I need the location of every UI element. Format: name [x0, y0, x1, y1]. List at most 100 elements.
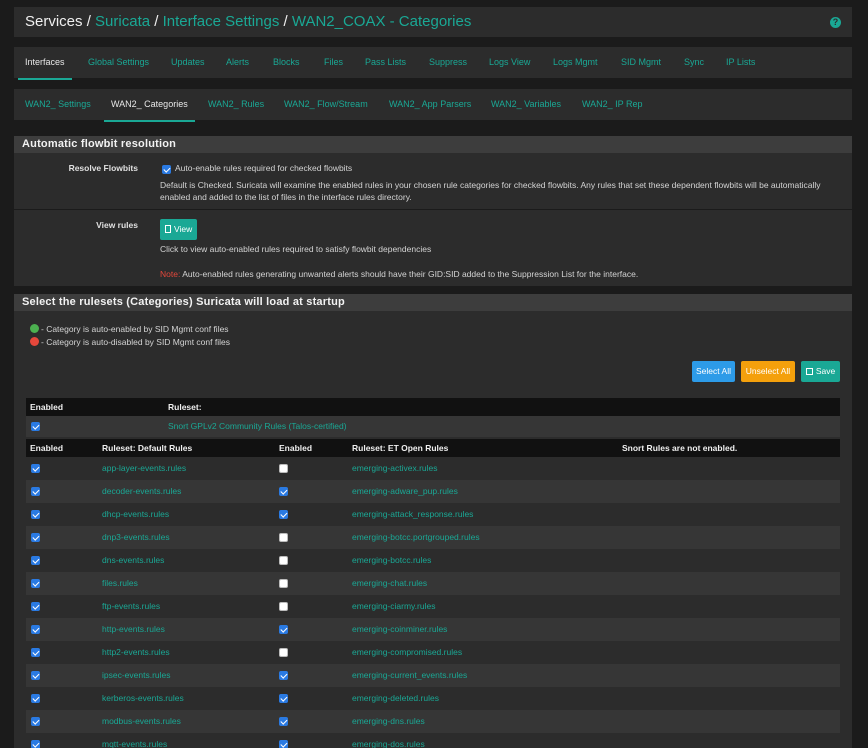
legend-auto-enabled: - Category is auto-enabled by SID Mgmt c…	[30, 324, 229, 334]
community-rules-link[interactable]: Snort GPLv2 Community Rules (Talos-certi…	[168, 416, 347, 437]
default-rule-link[interactable]: dns-events.rules	[102, 549, 164, 572]
tab-global-settings[interactable]: Global Settings	[88, 47, 149, 78]
default-rule-link[interactable]: files.rules	[102, 572, 138, 595]
default-rule-checkbox[interactable]	[31, 464, 40, 473]
et-rule-checkbox[interactable]	[279, 694, 288, 703]
default-rule-link[interactable]: dhcp-events.rules	[102, 503, 169, 526]
et-rule-link[interactable]: emerging-adware_pup.rules	[352, 480, 458, 503]
interface-tabs: WAN2_ Settings WAN2_ Categories WAN2_ Ru…	[14, 89, 852, 122]
unselect-all-button[interactable]: Unselect All	[741, 361, 795, 382]
et-rule-checkbox[interactable]	[279, 533, 288, 542]
resolve-flowbits-label: Resolve Flowbits	[68, 163, 138, 173]
default-rule-checkbox[interactable]	[31, 533, 40, 542]
table-row: dnp3-events.rules emerging-botcc.portgrou…	[26, 526, 840, 549]
et-rule-checkbox[interactable]	[279, 556, 288, 565]
tab-pass-lists[interactable]: Pass Lists	[365, 47, 406, 78]
default-rule-link[interactable]: app-layer-events.rules	[102, 457, 186, 480]
save-icon	[805, 368, 813, 375]
default-rule-checkbox[interactable]	[31, 740, 40, 748]
tab-blocks[interactable]: Blocks	[273, 47, 300, 78]
et-rule-checkbox[interactable]	[279, 579, 288, 588]
table-row: http-events.rules emerging-coinminer.rule…	[26, 618, 840, 641]
default-rule-link[interactable]: ipsec-events.rules	[102, 664, 171, 687]
et-rule-link[interactable]: emerging-activex.rules	[352, 457, 438, 480]
default-rule-link[interactable]: ftp-events.rules	[102, 595, 160, 618]
tab-wan2-variables[interactable]: WAN2_ Variables	[491, 89, 561, 120]
et-rule-checkbox[interactable]	[279, 648, 288, 657]
breadcrumb: Services / Suricata / Interface Settings…	[25, 13, 472, 30]
default-rule-link[interactable]: mqtt-events.rules	[102, 733, 167, 748]
file-icon	[165, 225, 171, 233]
default-rule-link[interactable]: modbus-events.rules	[102, 710, 181, 733]
et-rule-link[interactable]: emerging-deleted.rules	[352, 687, 439, 710]
et-rule-checkbox[interactable]	[279, 740, 288, 748]
tab-interfaces[interactable]: Interfaces	[18, 47, 71, 80]
tab-suppress[interactable]: Suppress	[429, 47, 467, 78]
tab-alerts[interactable]: Alerts	[226, 47, 249, 78]
et-rule-link[interactable]: emerging-attack_response.rules	[352, 503, 473, 526]
help-icon[interactable]: ?	[830, 17, 841, 28]
community-row: Snort GPLv2 Community Rules (Talos-certi…	[26, 416, 840, 437]
et-rule-checkbox[interactable]	[279, 717, 288, 726]
rulesets-panel-title: Select the rulesets (Categories) Suricat…	[14, 294, 852, 311]
breadcrumb-current-page[interactable]: WAN2_COAX - Categories	[292, 13, 472, 30]
et-rule-link[interactable]: emerging-coinminer.rules	[352, 618, 447, 641]
default-rule-checkbox[interactable]	[31, 487, 40, 496]
et-rule-link[interactable]: emerging-ciarmy.rules	[352, 595, 435, 618]
et-rule-checkbox[interactable]	[279, 671, 288, 680]
default-rule-checkbox[interactable]	[31, 510, 40, 519]
et-rule-checkbox[interactable]	[279, 464, 288, 473]
view-rules-button[interactable]: View	[160, 219, 198, 240]
et-rule-link[interactable]: emerging-dns.rules	[352, 710, 425, 733]
default-rule-checkbox[interactable]	[31, 717, 40, 726]
tab-wan2-flow-stream[interactable]: WAN2_ Flow/Stream	[284, 89, 368, 120]
default-rule-link[interactable]: kerberos-events.rules	[102, 687, 184, 710]
et-rule-link[interactable]: emerging-botcc.rules	[352, 549, 431, 572]
community-table-header: Enabled Ruleset:	[26, 398, 840, 416]
tab-wan2-settings[interactable]: WAN2_ Settings	[25, 89, 91, 120]
rules-table-header: Enabled Ruleset: Default Rules Enabled R…	[26, 439, 840, 457]
default-rule-checkbox[interactable]	[31, 625, 40, 634]
default-rule-link[interactable]: dnp3-events.rules	[102, 526, 170, 549]
resolve-flowbits-checkbox[interactable]	[162, 165, 171, 174]
tab-logs-mgmt[interactable]: Logs Mgmt	[553, 47, 598, 78]
et-rule-checkbox[interactable]	[279, 510, 288, 519]
breadcrumb-suricata[interactable]: Suricata	[95, 13, 150, 30]
select-all-button[interactable]: Select All	[692, 361, 735, 382]
save-button[interactable]: Save	[801, 361, 840, 382]
default-rule-checkbox[interactable]	[31, 694, 40, 703]
et-rule-checkbox[interactable]	[279, 602, 288, 611]
community-rules-checkbox[interactable]	[31, 422, 40, 431]
main-tabs: Interfaces Global Settings Updates Alert…	[14, 47, 852, 80]
tab-files[interactable]: Files	[324, 47, 343, 78]
table-row: mqtt-events.rules emerging-dos.rules	[26, 733, 840, 748]
table-row: kerberos-events.rules emerging-deleted.ru…	[26, 687, 840, 710]
et-rule-link[interactable]: emerging-current_events.rules	[352, 664, 467, 687]
default-rule-link[interactable]: http2-events.rules	[102, 641, 170, 664]
tab-logs-view[interactable]: Logs View	[489, 47, 530, 78]
et-rule-checkbox[interactable]	[279, 487, 288, 496]
breadcrumb-interface-settings[interactable]: Interface Settings	[163, 13, 280, 30]
tab-wan2-app-parsers[interactable]: WAN2_ App Parsers	[389, 89, 471, 120]
breadcrumb-services: Services	[25, 13, 83, 30]
default-rule-checkbox[interactable]	[31, 579, 40, 588]
et-rule-checkbox[interactable]	[279, 625, 288, 634]
default-rule-link[interactable]: http-events.rules	[102, 618, 165, 641]
flowbit-panel: Automatic flowbit resolution Resolve Flo…	[14, 136, 852, 286]
tab-wan2-ip-rep[interactable]: WAN2_ IP Rep	[582, 89, 643, 120]
et-rule-link[interactable]: emerging-dos.rules	[352, 733, 425, 748]
default-rule-checkbox[interactable]	[31, 671, 40, 680]
tab-wan2-rules[interactable]: WAN2_ Rules	[208, 89, 264, 120]
default-rule-link[interactable]: decoder-events.rules	[102, 480, 181, 503]
tab-ip-lists[interactable]: IP Lists	[726, 47, 755, 78]
et-rule-link[interactable]: emerging-compromised.rules	[352, 641, 462, 664]
et-rule-link[interactable]: emerging-botcc.portgrouped.rules	[352, 526, 480, 549]
tab-sync[interactable]: Sync	[684, 47, 704, 78]
default-rule-checkbox[interactable]	[31, 556, 40, 565]
default-rule-checkbox[interactable]	[31, 648, 40, 657]
tab-wan2-categories[interactable]: WAN2_ Categories	[104, 89, 195, 122]
tab-updates[interactable]: Updates	[171, 47, 205, 78]
tab-sid-mgmt[interactable]: SID Mgmt	[621, 47, 661, 78]
et-rule-link[interactable]: emerging-chat.rules	[352, 572, 427, 595]
default-rule-checkbox[interactable]	[31, 602, 40, 611]
